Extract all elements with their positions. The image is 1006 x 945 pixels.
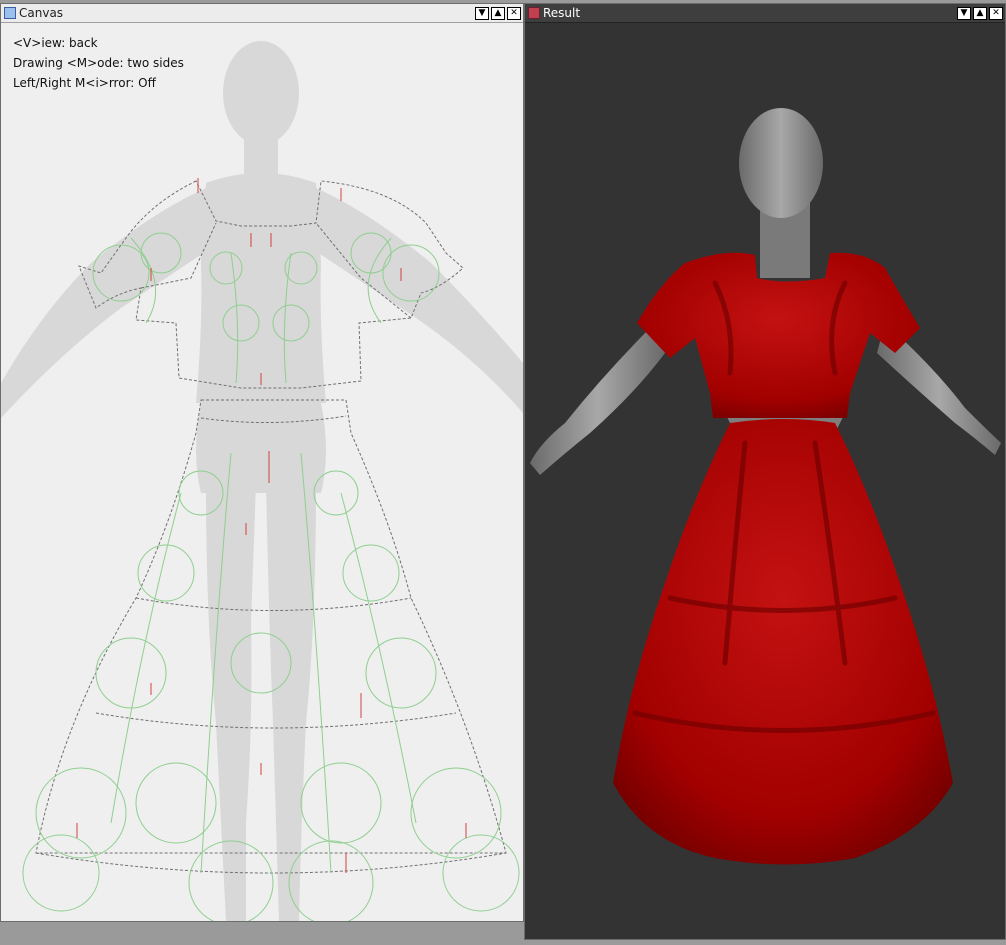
maximize-button[interactable]: ▲ bbox=[973, 6, 987, 20]
result-window[interactable]: Result ▼ ▲ ✕ bbox=[524, 3, 1006, 940]
window-icon bbox=[4, 7, 16, 19]
minimize-button[interactable]: ▼ bbox=[957, 6, 971, 20]
mannequin-silhouette bbox=[1, 41, 523, 921]
desktop: { "windows": { "canvas": { "title": "Can… bbox=[0, 0, 1006, 945]
minimize-button[interactable]: ▼ bbox=[475, 6, 489, 20]
result-render[interactable] bbox=[525, 23, 1005, 939]
canvas-drawing-area[interactable]: <V>iew: back Drawing <M>ode: two sides L… bbox=[1, 23, 523, 921]
canvas-titlebar[interactable]: Canvas ▼ ▲ ✕ bbox=[1, 4, 523, 23]
garment-skirt bbox=[613, 419, 953, 865]
view-status: <V>iew: back bbox=[13, 36, 98, 50]
canvas-title: Canvas bbox=[19, 6, 64, 20]
canvas-figure[interactable] bbox=[1, 23, 523, 921]
close-button[interactable]: ✕ bbox=[989, 6, 1003, 20]
close-button[interactable]: ✕ bbox=[507, 6, 521, 20]
canvas-window[interactable]: Canvas ▼ ▲ ✕ <V>iew: back Drawing <M>ode… bbox=[0, 3, 524, 922]
maximize-button[interactable]: ▲ bbox=[491, 6, 505, 20]
app-icon bbox=[528, 7, 540, 19]
mannequin-head bbox=[739, 108, 823, 278]
result-title: Result bbox=[543, 6, 581, 20]
mirror-status: Left/Right M<i>rror: Off bbox=[13, 76, 156, 90]
result-titlebar[interactable]: Result ▼ ▲ ✕ bbox=[525, 4, 1005, 23]
mode-status: Drawing <M>ode: two sides bbox=[13, 56, 184, 70]
status-overlay: <V>iew: back Drawing <M>ode: two sides L… bbox=[13, 33, 184, 93]
result-viewport[interactable] bbox=[525, 23, 1005, 939]
